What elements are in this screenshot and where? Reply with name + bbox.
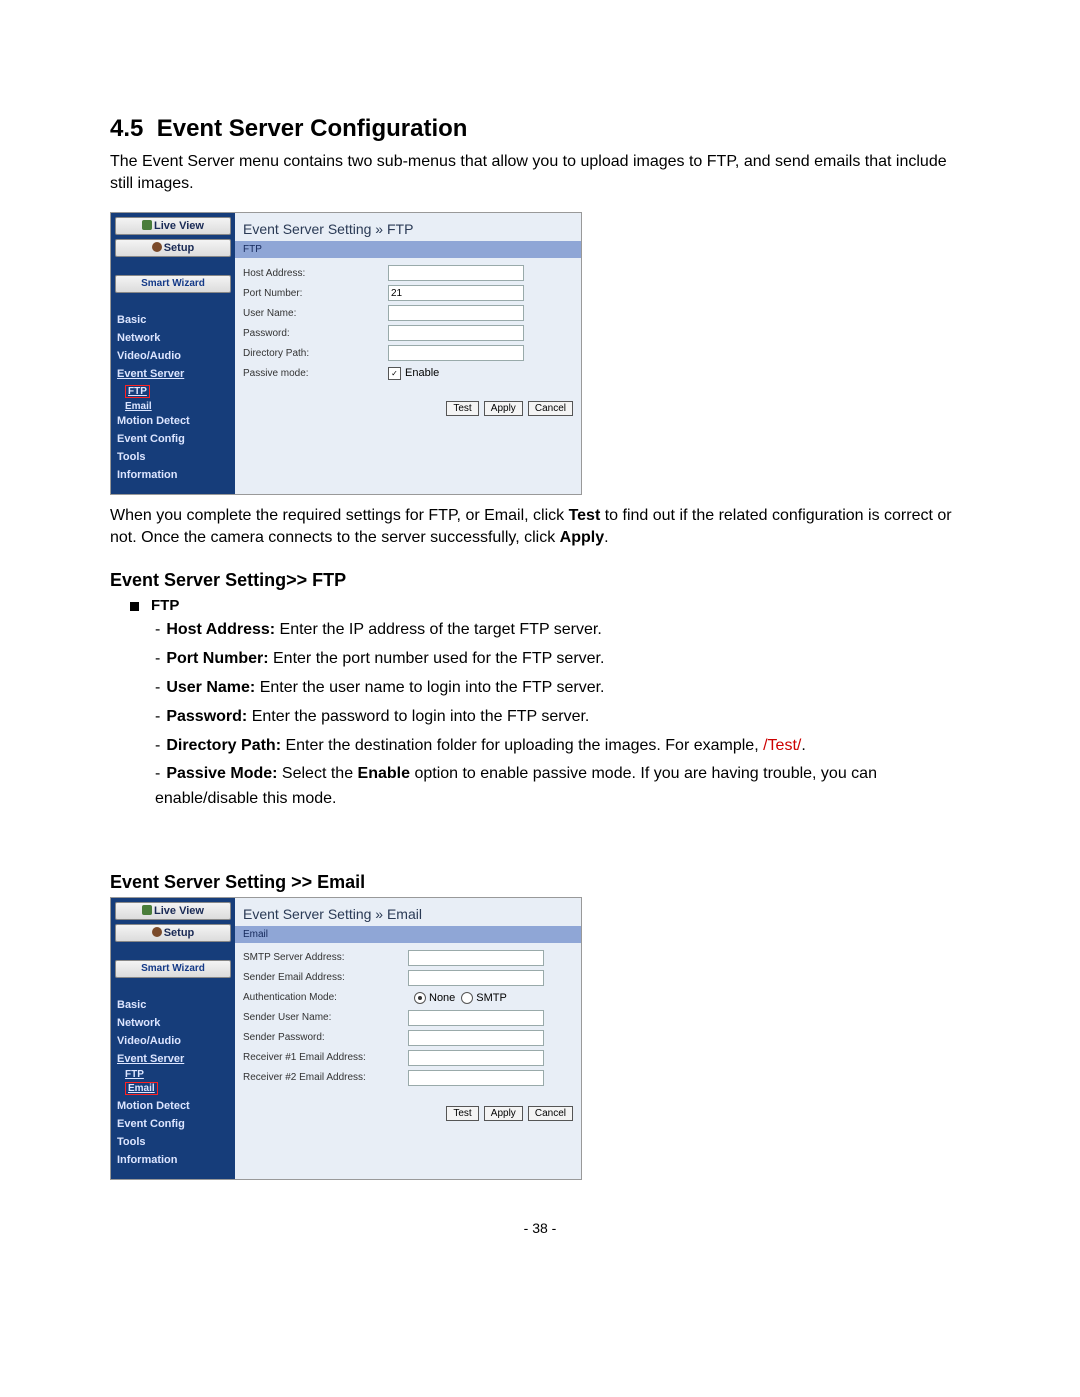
sidebar-item-video-audio[interactable]: Video/Audio <box>115 347 231 365</box>
receiver2-input[interactable] <box>408 1070 544 1086</box>
directory-path-input[interactable] <box>388 345 524 361</box>
port-number-input[interactable] <box>388 285 524 301</box>
label-user-name: User Name: <box>243 308 388 319</box>
sidebar-item-information[interactable]: Information <box>115 1151 231 1169</box>
square-bullet-icon <box>130 602 139 611</box>
receiver1-input[interactable] <box>408 1050 544 1066</box>
ftp-bullet: FTP <box>130 597 970 614</box>
smtp-input[interactable] <box>408 950 544 966</box>
smart-wizard-button[interactable]: Smart Wizard <box>115 960 231 978</box>
sidebar-item-basic[interactable]: Basic <box>115 996 231 1014</box>
auth-smtp-label: SMTP <box>476 992 507 1004</box>
label-port-number: Port Number: <box>243 288 388 299</box>
camera-icon <box>142 220 152 230</box>
label-sender-email: Sender Email Address: <box>243 972 408 983</box>
sidebar-sub-email[interactable]: Email <box>125 400 152 413</box>
screenshot-ftp: Live View Setup Smart Wizard Basic Netwo… <box>110 212 582 495</box>
passive-enable-label: Enable <box>405 367 439 379</box>
ftp-subheading: Event Server Setting>> FTP <box>110 570 970 591</box>
setup-button[interactable]: Setup <box>115 924 231 942</box>
label-smtp: SMTP Server Address: <box>243 952 408 963</box>
sidebar-item-tools[interactable]: Tools <box>115 448 231 466</box>
sidebar-item-motion-detect[interactable]: Motion Detect <box>115 412 231 430</box>
sidebar-item-event-config[interactable]: Event Config <box>115 430 231 448</box>
sender-pass-input[interactable] <box>408 1030 544 1046</box>
cancel-button[interactable]: Cancel <box>528 1106 573 1121</box>
sidebar-item-network[interactable]: Network <box>115 1014 231 1032</box>
passive-enable-checkbox[interactable]: ✓ <box>388 367 401 380</box>
setup-button[interactable]: Setup <box>115 239 231 257</box>
label-directory-path: Directory Path: <box>243 348 388 359</box>
gear-icon <box>152 927 162 937</box>
sidebar-item-event-config[interactable]: Event Config <box>115 1115 231 1133</box>
gear-icon <box>152 242 162 252</box>
label-receiver2: Receiver #2 Email Address: <box>243 1072 408 1083</box>
sidebar-item-basic[interactable]: Basic <box>115 311 231 329</box>
intro-paragraph: The Event Server menu contains two sub-m… <box>110 151 970 194</box>
sidebar: Live View Setup Smart Wizard Basic Netwo… <box>111 898 235 1179</box>
label-sender-pass: Sender Password: <box>243 1032 408 1043</box>
camera-icon <box>142 905 152 915</box>
tab-ftp: FTP <box>235 241 581 258</box>
sidebar-item-video-audio[interactable]: Video/Audio <box>115 1032 231 1050</box>
host-address-input[interactable] <box>388 265 524 281</box>
page-number: - 38 - <box>110 1220 970 1236</box>
sidebar-item-information[interactable]: Information <box>115 466 231 484</box>
user-name-input[interactable] <box>388 305 524 321</box>
label-sender-user: Sender User Name: <box>243 1012 408 1023</box>
sidebar: Live View Setup Smart Wizard Basic Netwo… <box>111 213 235 494</box>
section-heading: 4.5 Event Server Configuration <box>110 115 970 143</box>
auth-none-label: None <box>429 992 455 1004</box>
label-password: Password: <box>243 328 388 339</box>
auth-smtp-radio[interactable] <box>461 992 473 1004</box>
breadcrumb: Event Server Setting » FTP <box>235 213 581 241</box>
test-button[interactable]: Test <box>446 401 478 416</box>
auth-none-radio[interactable] <box>414 992 426 1004</box>
cancel-button[interactable]: Cancel <box>528 401 573 416</box>
smart-wizard-button[interactable]: Smart Wizard <box>115 275 231 293</box>
breadcrumb: Event Server Setting » Email <box>235 898 581 926</box>
label-host-address: Host Address: <box>243 268 388 279</box>
sidebar-sub-ftp[interactable]: FTP <box>125 385 150 398</box>
sidebar-sub-email[interactable]: Email <box>125 1082 158 1095</box>
label-receiver1: Receiver #1 Email Address: <box>243 1052 408 1063</box>
apply-button[interactable]: Apply <box>484 1106 523 1121</box>
label-passive-mode: Passive mode: <box>243 368 388 379</box>
screenshot-email: Live View Setup Smart Wizard Basic Netwo… <box>110 897 582 1180</box>
live-view-button[interactable]: Live View <box>115 217 231 235</box>
sidebar-item-event-server[interactable]: Event Server <box>115 1050 231 1068</box>
mid-paragraph: When you complete the required settings … <box>110 505 970 548</box>
test-button[interactable]: Test <box>446 1106 478 1121</box>
apply-button[interactable]: Apply <box>484 401 523 416</box>
label-auth-mode: Authentication Mode: <box>243 992 408 1003</box>
sender-user-input[interactable] <box>408 1010 544 1026</box>
ftp-item-list: -Host Address: Enter the IP address of t… <box>155 618 970 812</box>
sidebar-item-event-server[interactable]: Event Server <box>115 365 231 383</box>
sidebar-item-network[interactable]: Network <box>115 329 231 347</box>
password-input[interactable] <box>388 325 524 341</box>
sidebar-item-motion-detect[interactable]: Motion Detect <box>115 1097 231 1115</box>
sidebar-item-tools[interactable]: Tools <box>115 1133 231 1151</box>
sender-email-input[interactable] <box>408 970 544 986</box>
tab-email: Email <box>235 926 581 943</box>
email-subheading: Event Server Setting >> Email <box>110 872 970 893</box>
live-view-button[interactable]: Live View <box>115 902 231 920</box>
